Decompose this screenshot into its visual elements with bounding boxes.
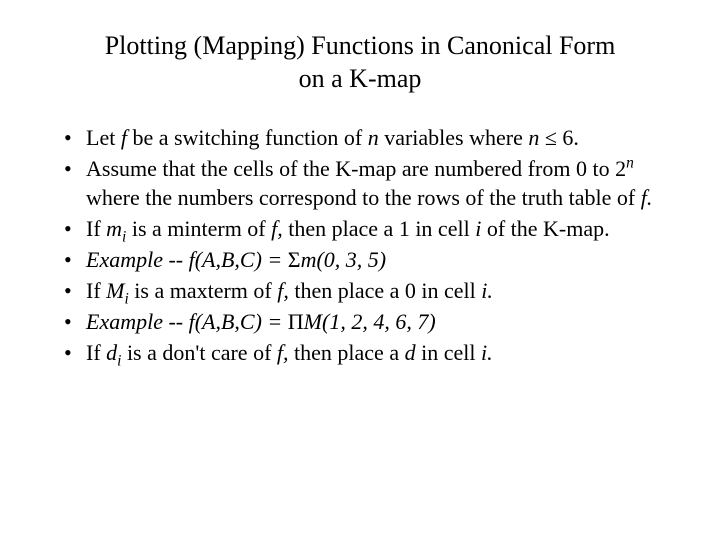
text: be a switching function of (127, 125, 368, 150)
bullet-item-2: Assume that the cells of the K-map are n… (60, 154, 664, 212)
text: where the numbers correspond to the rows… (86, 185, 641, 210)
text: then place a 1 in cell (283, 216, 475, 241)
var-m: m (106, 216, 122, 241)
bullet-item-7: If di is a don't care of f, then place a… (60, 338, 664, 367)
slide-title: Plotting (Mapping) Functions in Canonica… (56, 30, 664, 95)
title-line-2: on a K-map (299, 64, 422, 93)
bullet-item-1: Let f be a switching function of n varia… (60, 123, 664, 152)
var-i: i. (481, 340, 493, 365)
text: If (86, 278, 106, 303)
pi-symbol: Π (288, 309, 304, 334)
text: is a maxterm of (129, 278, 277, 303)
text: is a minterm of (126, 216, 271, 241)
bullet-item-3: If mi is a minterm of f, then place a 1 … (60, 214, 664, 243)
bullet-list: Let f be a switching function of n varia… (60, 123, 664, 367)
title-line-1: Plotting (Mapping) Functions in Canonica… (105, 31, 616, 60)
text: then place a (289, 340, 405, 365)
var-i: i. (481, 278, 493, 303)
var-M: M (106, 278, 124, 303)
bullet-item-6: Example -- f(A,B,C) = ΠM(1, 2, 4, 6, 7) (60, 307, 664, 336)
text: of the K-map. (481, 216, 609, 241)
text: If (86, 340, 106, 365)
var-d: d (405, 340, 416, 365)
bullet-item-4: Example -- f(A,B,C) = Σm(0, 3, 5) (60, 245, 664, 274)
var-f: f, (277, 340, 289, 365)
example-tail: m(0, 3, 5) (301, 247, 387, 272)
var-d: d (106, 340, 117, 365)
var-f: f. (641, 185, 653, 210)
bullet-item-5: If Mi is a maxterm of f, then place a 0 … (60, 276, 664, 305)
superscript-n: n (626, 155, 634, 172)
example-tail: M(1, 2, 4, 6, 7) (304, 309, 436, 334)
var-f: f, (277, 278, 289, 303)
text: then place a 0 in cell (289, 278, 481, 303)
text: is a don't care of (121, 340, 276, 365)
text: If (86, 216, 106, 241)
text: Assume that the cells of the K-map are n… (86, 156, 626, 181)
example-prefix: Example -- f(A,B,C) = (86, 247, 288, 272)
var-n: n (368, 125, 379, 150)
example-prefix: Example -- f(A,B,C) = (86, 309, 288, 334)
var-n: n (528, 125, 539, 150)
slide: Plotting (Mapping) Functions in Canonica… (0, 0, 720, 540)
text: variables where (379, 125, 529, 150)
text: ≤ 6. (539, 125, 579, 150)
var-f: f, (271, 216, 283, 241)
text: Let (86, 125, 121, 150)
sigma-symbol: Σ (288, 247, 301, 272)
text: in cell (416, 340, 481, 365)
